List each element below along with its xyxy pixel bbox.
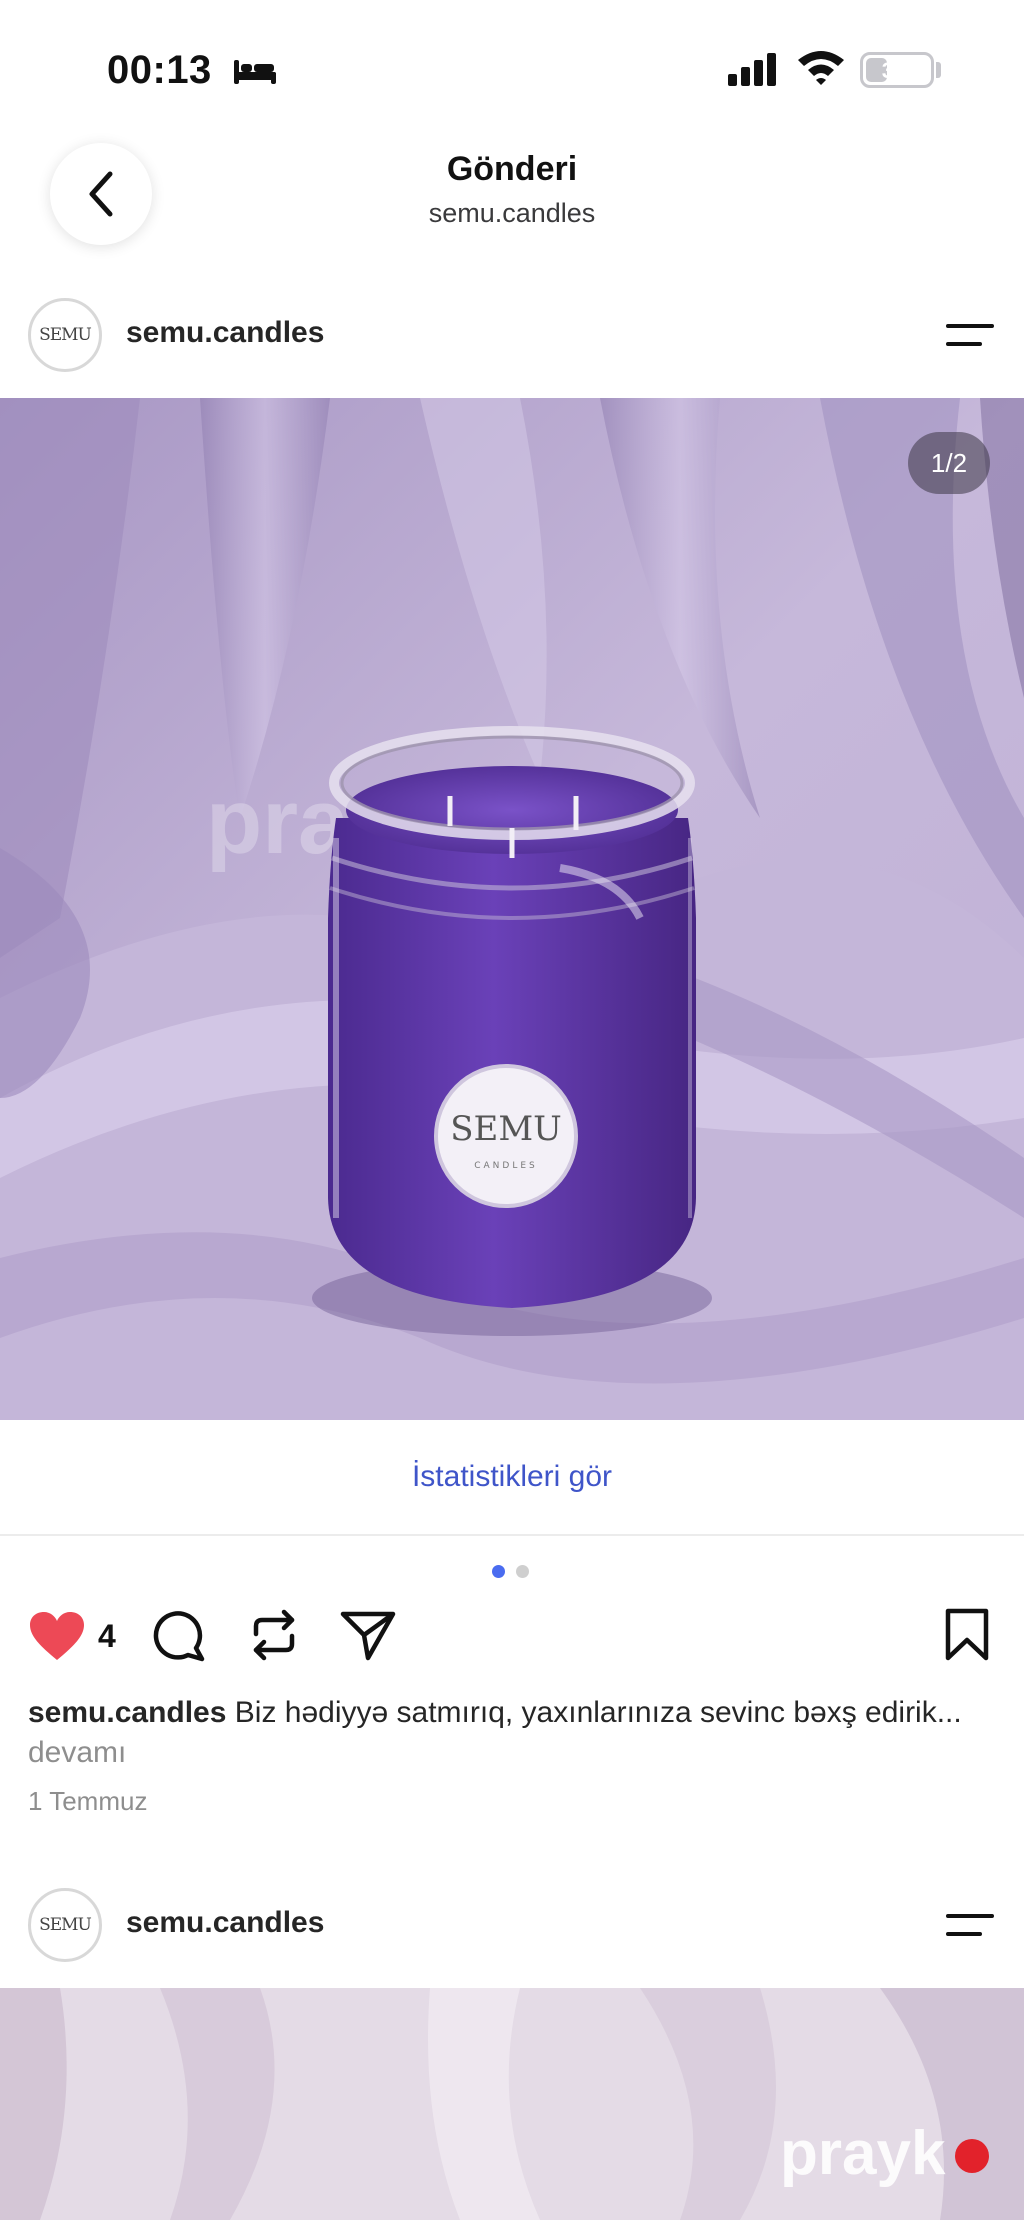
post-image[interactable]: prayk SEMU CANDLES 1/2	[0, 398, 1024, 1420]
post-header: SEMU semu.candles	[0, 280, 1024, 390]
battery-percent: 34	[881, 58, 907, 83]
status-bar: 00:13 34	[0, 0, 1024, 140]
avatar-label: SEMU	[39, 1915, 92, 1935]
avatar[interactable]: SEMU	[28, 1888, 102, 1962]
page-subtitle[interactable]: semu.candles	[312, 198, 712, 229]
carousel-dots	[492, 1565, 532, 1579]
share-icon[interactable]	[340, 1608, 396, 1662]
bookmark-icon[interactable]	[944, 1608, 990, 1662]
page-title: Gönderi	[446, 150, 578, 188]
post-username[interactable]: semu.candles	[126, 316, 324, 350]
back-button[interactable]	[50, 143, 152, 245]
watermark-text: prayk	[780, 2120, 946, 2188]
battery-tip	[936, 62, 941, 78]
caption-more-link[interactable]: devamı	[28, 1736, 126, 1769]
sleep-bed-icon	[234, 60, 276, 84]
repost-icon[interactable]	[248, 1608, 300, 1662]
carousel-dot	[516, 1565, 529, 1578]
view-insights-link[interactable]: İstatistikleri gör	[0, 1420, 1024, 1536]
candle-sublabel: CANDLES	[474, 1161, 538, 1171]
heart-icon[interactable]	[28, 1610, 86, 1662]
more-options-icon[interactable]	[944, 318, 996, 352]
wifi-icon	[798, 51, 844, 85]
avatar[interactable]: SEMU	[28, 298, 102, 372]
post-date: 1 Temmuz	[28, 1786, 148, 1816]
carousel-dot-active	[492, 1565, 505, 1578]
battery-icon: 34	[860, 52, 934, 88]
chevron-left-icon	[89, 171, 113, 217]
avatar-label: SEMU	[39, 325, 92, 345]
cellular-signal-icon	[728, 53, 776, 86]
like-count[interactable]: 4	[98, 1618, 116, 1655]
comment-icon[interactable]	[152, 1608, 206, 1662]
status-time: 00:13	[107, 48, 212, 92]
post-username[interactable]: semu.candles	[126, 1906, 324, 1940]
more-options-icon[interactable]	[944, 1908, 996, 1942]
caption-text: Biz hədiyyə satmırıq, yaxınlarınıza sevi…	[226, 1696, 962, 1729]
carousel-page-badge: 1/2	[908, 432, 990, 494]
caption-username[interactable]: semu.candles	[28, 1696, 226, 1729]
watermark-logo: prayk	[780, 2120, 989, 2188]
candle-label: SEMU	[450, 1109, 562, 1149]
post-caption: semu.candles Biz hədiyyə satmırıq, yaxın…	[28, 1693, 988, 1773]
candle-photo: prayk SEMU CANDLES	[0, 398, 1024, 1420]
next-post-header: SEMU semu.candles	[0, 1870, 1024, 1980]
